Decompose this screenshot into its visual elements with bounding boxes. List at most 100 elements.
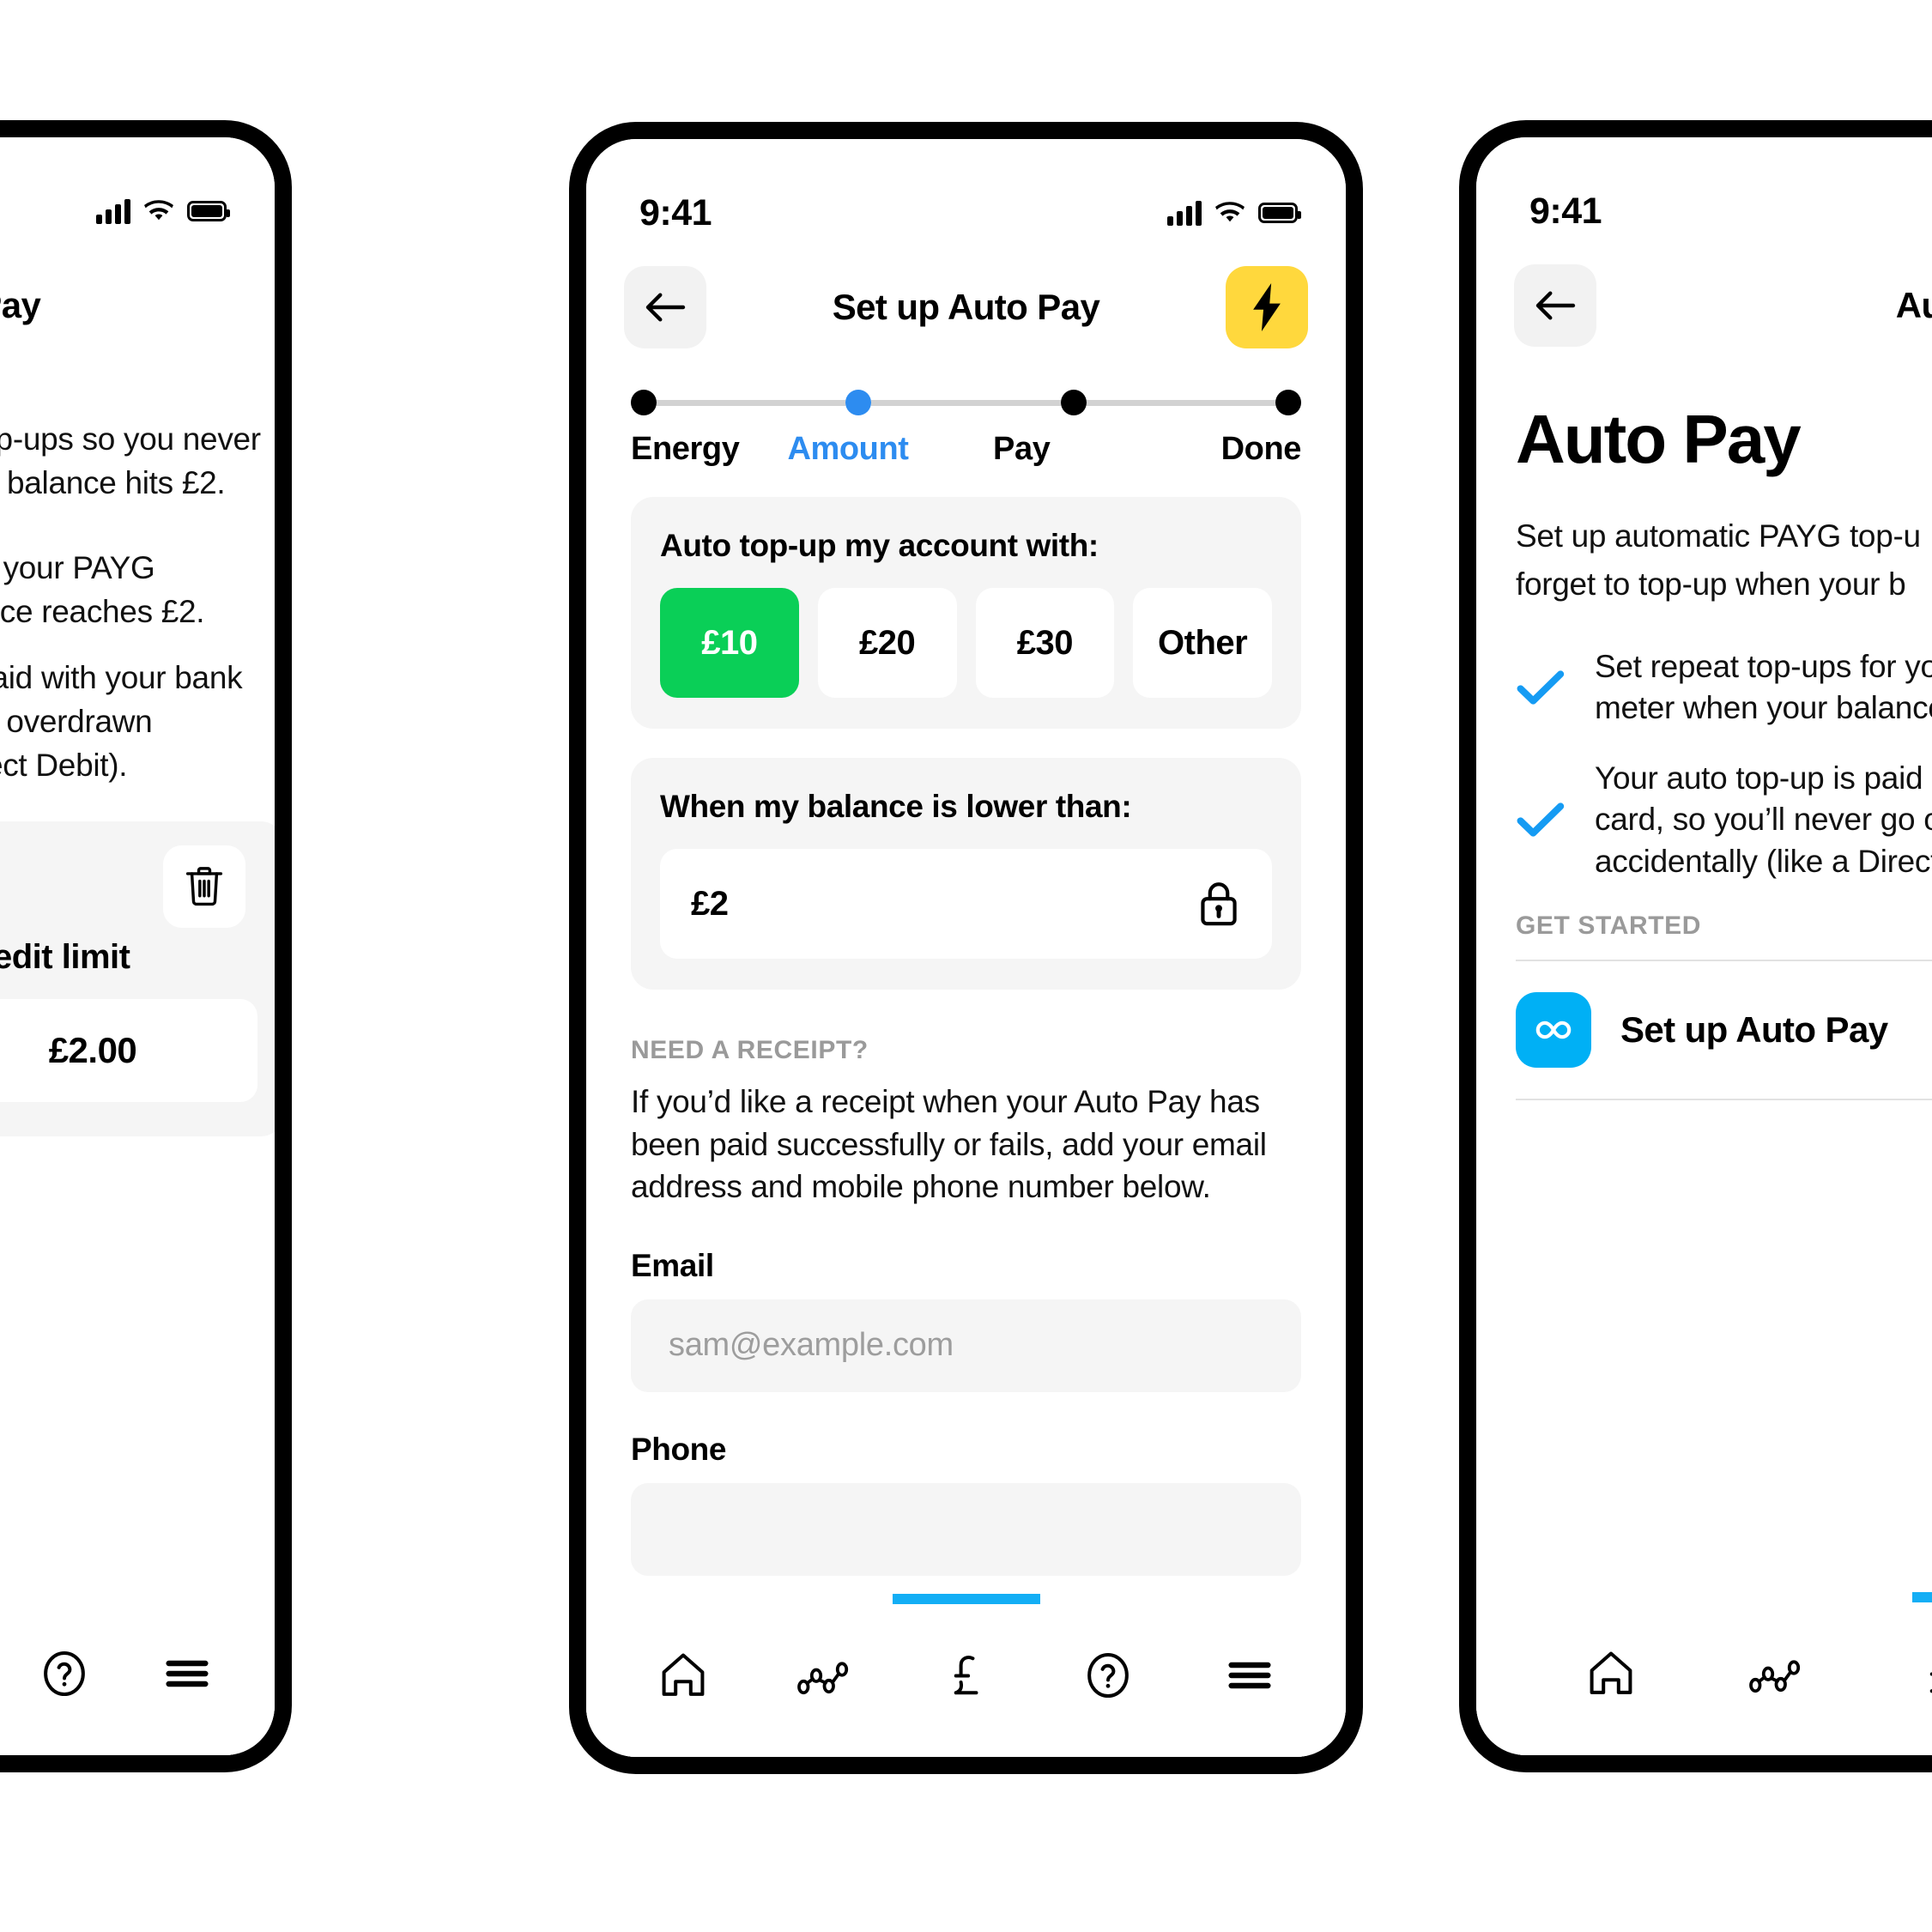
battery-icon	[187, 201, 230, 221]
step-line-2	[871, 399, 1061, 406]
left-copy-line2: when your balance hits £2.	[0, 465, 226, 501]
tab-help-center[interactable]	[1037, 1648, 1178, 1703]
phone-input[interactable]	[631, 1482, 1301, 1576]
lock-icon	[1196, 879, 1241, 929]
bullet-2-line2: card, so you’ll never go ov	[1595, 802, 1932, 838]
receipt-body-text: If you’d like a receipt when your Auto P…	[631, 1084, 1267, 1205]
hero-copy-line2: forget to top-up when your b	[1516, 566, 1906, 602]
receipt-section-label: NEED A RECEIPT?	[631, 1036, 869, 1064]
stepper-labels: Energy Amount Pay Done	[631, 431, 1301, 468]
phone-label: Phone	[631, 1431, 727, 1467]
tab-bar-center	[586, 1594, 1346, 1757]
home-indicator-right	[1912, 1592, 1932, 1602]
cellular-icon	[96, 198, 130, 224]
step-label-energy: Energy	[631, 431, 740, 467]
wifi-icon	[1215, 202, 1245, 224]
bullet-2-line3: accidentally (like a Direct	[1595, 843, 1932, 879]
back-button[interactable]	[624, 266, 706, 348]
tab-usage-right[interactable]	[1693, 1646, 1859, 1701]
step-dot-amount[interactable]	[845, 390, 872, 415]
left-copy-line1: c PAYG top-ups so you never	[0, 421, 261, 457]
divider-bottom	[1516, 1098, 1932, 1100]
tab-menu-left[interactable]	[126, 1646, 249, 1701]
step-line-1	[657, 399, 846, 406]
threshold-card-title: When my balance is lower than:	[660, 789, 1132, 824]
hero-title: Auto Pay	[1516, 401, 1802, 477]
phone-left-body: c PAYG top-ups so you never when your ba…	[0, 352, 275, 1137]
tab-help-left[interactable]	[3, 1646, 125, 1701]
delete-button[interactable]	[163, 845, 245, 929]
tab-menu-center[interactable]	[1178, 1648, 1320, 1703]
left-copy-line5: op-up is paid with your bank	[0, 660, 243, 696]
step-dot-energy[interactable]	[631, 390, 657, 415]
status-bar-left	[0, 137, 275, 240]
phone-center-screen: 9:41 Set up Auto Pay Energy Amount Pay D…	[586, 139, 1346, 1757]
left-copy-line6: ll never go overdrawn	[0, 704, 153, 740]
screenshot-canvas: Auto Pay c PAYG top-ups so you never whe…	[0, 0, 1932, 1932]
check-icon	[1516, 799, 1566, 840]
set-up-auto-pay-row[interactable]: Set up Auto Pay	[1516, 961, 1932, 1099]
amount-option-other[interactable]: Other	[1133, 588, 1272, 698]
hero-copy-line1: Set up automatic PAYG top-u	[1516, 518, 1921, 554]
list-item: Your auto top-up is paid card, so you’ll…	[1516, 758, 1932, 881]
status-time-center: 9:41	[639, 191, 712, 233]
amount-option-20[interactable]: £20	[817, 588, 957, 698]
amount-options: £10 £20 £30 Other	[660, 588, 1272, 698]
get-started-label: GET STARTED	[1516, 911, 1702, 940]
back-button-right[interactable]	[1514, 264, 1596, 347]
tab-bar-right	[1476, 1592, 1932, 1755]
step-label-amount: Amount	[787, 431, 909, 467]
amount-option-30[interactable]: £30	[975, 588, 1115, 698]
phone-left: Auto Pay c PAYG top-ups so you never whe…	[0, 120, 292, 1772]
tab-usage-center[interactable]	[754, 1648, 895, 1703]
step-label-pay: Pay	[993, 431, 1051, 467]
page-title-left: Auto Pay	[0, 285, 41, 325]
bullet-1-line2: meter when your balance	[1595, 690, 1932, 726]
phone-right-body: Auto Pay Set up automatic PAYG top-u for…	[1476, 400, 1932, 1100]
status-bar-right: 9:41	[1476, 137, 1932, 240]
stepper-dots	[631, 390, 1301, 415]
credit-limit-card: Credit limit £2.00	[0, 821, 275, 1137]
left-copy-line7: (like a Direct Debit).	[0, 748, 128, 784]
progress-stepper: Energy Amount Pay Done	[586, 354, 1346, 468]
tab-bar-left	[0, 1592, 275, 1755]
tabs-left	[0, 1592, 275, 1755]
step-line-3	[1086, 399, 1275, 406]
tab-pay-right[interactable]	[1860, 1646, 1932, 1701]
phone-center-body: Auto top-up my account with: £10 £20 £30…	[586, 497, 1346, 1576]
tab-home-center[interactable]	[612, 1648, 754, 1703]
email-input[interactable]: sam@example.com	[631, 1299, 1301, 1392]
phone-center: 9:41 Set up Auto Pay Energy Amount Pay D…	[569, 122, 1363, 1774]
set-up-auto-pay-label: Set up Auto Pay	[1620, 1008, 1888, 1050]
navbar-right: Auto Pay	[1476, 240, 1932, 352]
credit-limit-label: Credit limit	[0, 938, 130, 977]
left-copy-line3: op-ups for your PAYG	[0, 550, 155, 586]
navbar-left: Auto Pay	[0, 240, 275, 352]
benefit-list: Set repeat top-ups for yo meter when you…	[1516, 646, 1932, 881]
cellular-icon	[1167, 200, 1202, 226]
threshold-value: £2	[691, 884, 729, 923]
phone-right-screen: 9:41 Auto Pay Auto Pay Set up automatic …	[1476, 137, 1932, 1755]
credit-limit-value[interactable]: £2.00	[0, 999, 257, 1103]
tabs-right	[1476, 1592, 1932, 1755]
navbar-center: Set up Auto Pay	[586, 242, 1346, 354]
email-label: Email	[631, 1247, 714, 1283]
phone-left-screen: Auto Pay c PAYG top-ups so you never whe…	[0, 137, 275, 1755]
status-time-right: 9:41	[1529, 190, 1602, 232]
credit-limit-fields: £2.00	[0, 999, 257, 1103]
infinity-icon	[1516, 991, 1591, 1068]
threshold-field[interactable]: £2	[660, 849, 1272, 959]
check-icon	[1516, 667, 1566, 708]
status-icons-left	[96, 198, 230, 224]
step-dot-pay[interactable]	[1060, 390, 1087, 415]
step-dot-done[interactable]	[1275, 390, 1301, 415]
amount-option-10[interactable]: £10	[660, 588, 799, 698]
amount-card: Auto top-up my account with: £10 £20 £30…	[631, 497, 1301, 729]
bolt-icon-button[interactable]	[1226, 266, 1308, 348]
tab-home-right[interactable]	[1528, 1646, 1693, 1701]
status-bar-center: 9:41	[586, 139, 1346, 242]
list-item: Set repeat top-ups for yo meter when you…	[1516, 646, 1932, 729]
tab-pay-center[interactable]	[895, 1648, 1037, 1703]
phone-right: 9:41 Auto Pay Auto Pay Set up automatic …	[1459, 120, 1932, 1772]
wifi-icon	[144, 200, 173, 222]
